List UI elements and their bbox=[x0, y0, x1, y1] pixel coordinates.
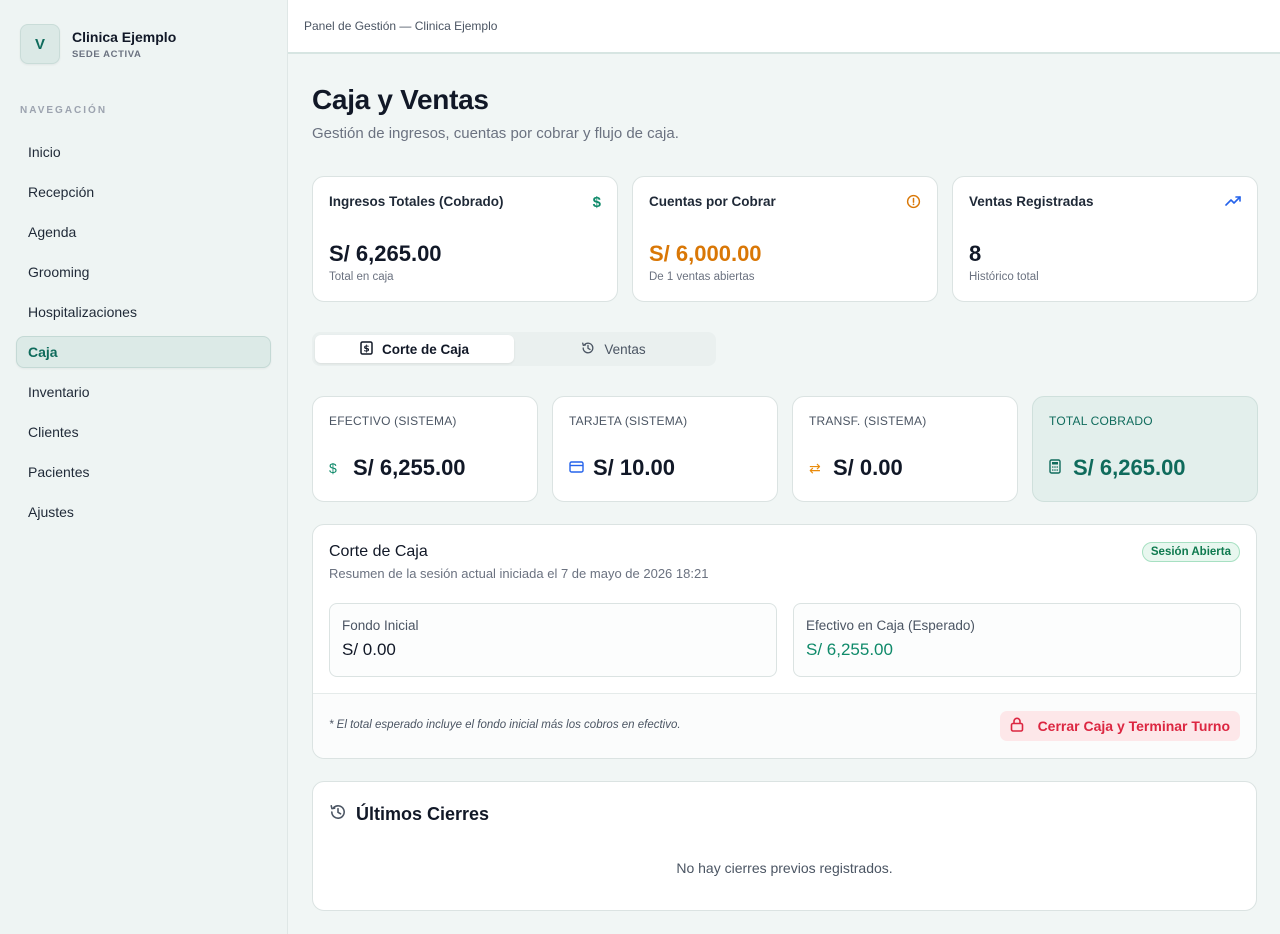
payment-card-transferencia: TRANSF. (SISTEMA) ⇄ S/ 0.00 bbox=[792, 396, 1018, 502]
stat-value: S/ 6,000.00 bbox=[649, 241, 762, 266]
stat-value: S/ 6,265.00 bbox=[329, 241, 442, 266]
payment-title: EFECTIVO (SISTEMA) bbox=[329, 414, 457, 428]
fondo-inicial-box: Fondo Inicial S/ 0.00 bbox=[329, 603, 777, 677]
history-icon bbox=[581, 341, 595, 358]
sidebar-item-caja[interactable]: Caja bbox=[16, 336, 271, 368]
stat-card-cuentas-por-cobrar: Cuentas por Cobrar S/ 6,000.00 De 1 vent… bbox=[632, 176, 938, 302]
ultimos-cierres-card: Últimos Cierres No hay cierres previos r… bbox=[312, 781, 1257, 911]
trending-up-icon bbox=[1225, 194, 1241, 212]
close-register-button[interactable]: Cerrar Caja y Terminar Turno bbox=[999, 711, 1240, 741]
corte-title: Corte de Caja bbox=[329, 543, 428, 560]
nav-section-label: NAVEGACIÓN bbox=[20, 105, 108, 116]
transfer-icon: ⇄ bbox=[809, 459, 821, 476]
stat-title: Ingresos Totales (Cobrado) bbox=[329, 194, 504, 209]
stat-note: Total en caja bbox=[329, 271, 394, 283]
sidebar-item-inicio[interactable]: Inicio bbox=[16, 136, 271, 168]
sidebar: V Clinica Ejemplo SEDE ACTIVA NAVEGACIÓN… bbox=[0, 0, 288, 934]
dollar-icon: $ bbox=[592, 194, 601, 211]
sidebar-item-ajustes[interactable]: Ajustes bbox=[16, 496, 271, 528]
corte-footnote: * El total esperado incluye el fondo ini… bbox=[329, 719, 681, 731]
stat-card-ventas: Ventas Registradas 8 Histórico total bbox=[952, 176, 1258, 302]
stat-note: Histórico total bbox=[969, 271, 1039, 283]
payment-card-total: TOTAL COBRADO S/ 6,265.00 bbox=[1032, 396, 1258, 502]
breadcrumb: Panel de Gestión — Clinica Ejemplo bbox=[304, 19, 498, 33]
clinic-subtitle: SEDE ACTIVA bbox=[72, 48, 142, 60]
sidebar-item-pacientes[interactable]: Pacientes bbox=[16, 456, 271, 488]
clinic-avatar: V bbox=[20, 24, 60, 64]
empty-state-message: No hay cierres previos registrados. bbox=[676, 860, 893, 876]
payment-value: S/ 0.00 bbox=[833, 455, 903, 480]
view-tabs: $ Corte de Caja Ventas bbox=[312, 332, 716, 366]
sidebar-item-agenda[interactable]: Agenda bbox=[16, 216, 271, 248]
session-status-badge: Sesión Abierta bbox=[1141, 542, 1240, 562]
credit-card-icon bbox=[569, 460, 593, 476]
sidebar-nav: Inicio Recepción Agenda Grooming Hospita… bbox=[16, 136, 271, 536]
tab-label: Ventas bbox=[604, 341, 646, 357]
payment-title: TRANSF. (SISTEMA) bbox=[809, 414, 927, 428]
history-icon bbox=[329, 803, 347, 826]
sidebar-item-hospitalizaciones[interactable]: Hospitalizaciones bbox=[16, 296, 271, 328]
payment-value: S/ 6,255.00 bbox=[353, 455, 466, 480]
fondo-inicial-label: Fondo Inicial bbox=[342, 618, 419, 633]
payment-card-tarjeta: TARJETA (SISTEMA) S/ 10.00 bbox=[552, 396, 778, 502]
ultimos-cierres-header: Últimos Cierres bbox=[329, 803, 489, 826]
sidebar-item-recepcion[interactable]: Recepción bbox=[16, 176, 271, 208]
efectivo-esperado-box: Efectivo en Caja (Esperado) S/ 6,255.00 bbox=[793, 603, 1241, 677]
clinic-brand[interactable]: V Clinica Ejemplo SEDE ACTIVA bbox=[20, 24, 176, 64]
alert-circle-icon bbox=[906, 194, 921, 213]
corte-footer: * El total esperado incluye el fondo ini… bbox=[313, 694, 1256, 758]
corte-de-caja-card: Corte de Caja Resumen de la sesión actua… bbox=[312, 524, 1257, 759]
lock-icon bbox=[1010, 717, 1024, 735]
stat-note: De 1 ventas abiertas bbox=[649, 271, 755, 283]
fondo-inicial-value: S/ 0.00 bbox=[342, 640, 396, 659]
sidebar-item-grooming[interactable]: Grooming bbox=[16, 256, 271, 288]
tab-ventas[interactable]: Ventas bbox=[514, 335, 713, 363]
sidebar-item-clientes[interactable]: Clientes bbox=[16, 416, 271, 448]
payment-title: TOTAL COBRADO bbox=[1049, 414, 1153, 428]
page-subtitle: Gestión de ingresos, cuentas por cobrar … bbox=[312, 125, 679, 142]
top-bar: Panel de Gestión — Clinica Ejemplo bbox=[288, 0, 1280, 54]
payment-value: S/ 6,265.00 bbox=[1073, 455, 1186, 480]
dollar-icon: $ bbox=[329, 460, 337, 476]
page-title: Caja y Ventas bbox=[312, 84, 489, 115]
stat-value: 8 bbox=[969, 241, 982, 266]
sidebar-item-inventario[interactable]: Inventario bbox=[16, 376, 271, 408]
tab-corte-de-caja[interactable]: $ Corte de Caja bbox=[315, 335, 514, 363]
stat-title: Cuentas por Cobrar bbox=[649, 194, 776, 209]
corte-subtitle: Resumen de la sesión actual iniciada el … bbox=[329, 566, 709, 581]
stat-card-ingresos: Ingresos Totales (Cobrado) $ S/ 6,265.00… bbox=[312, 176, 618, 302]
stat-title: Ventas Registradas bbox=[969, 194, 1094, 209]
ultimos-cierres-title: Últimos Cierres bbox=[356, 804, 490, 824]
close-register-label: Cerrar Caja y Terminar Turno bbox=[1037, 718, 1230, 734]
receipt-icon: $ bbox=[360, 340, 373, 358]
tab-label: Corte de Caja bbox=[381, 341, 470, 357]
payment-card-efectivo: EFECTIVO (SISTEMA) $ S/ 6,255.00 bbox=[312, 396, 538, 502]
efectivo-esperado-value: S/ 6,255.00 bbox=[806, 640, 893, 659]
payment-title: TARJETA (SISTEMA) bbox=[569, 414, 688, 428]
clinic-name: Clinica Ejemplo bbox=[72, 28, 177, 45]
svg-text:$: $ bbox=[363, 344, 369, 354]
payment-value: S/ 10.00 bbox=[593, 455, 675, 480]
efectivo-esperado-label: Efectivo en Caja (Esperado) bbox=[806, 618, 975, 633]
calculator-icon bbox=[1049, 459, 1073, 477]
